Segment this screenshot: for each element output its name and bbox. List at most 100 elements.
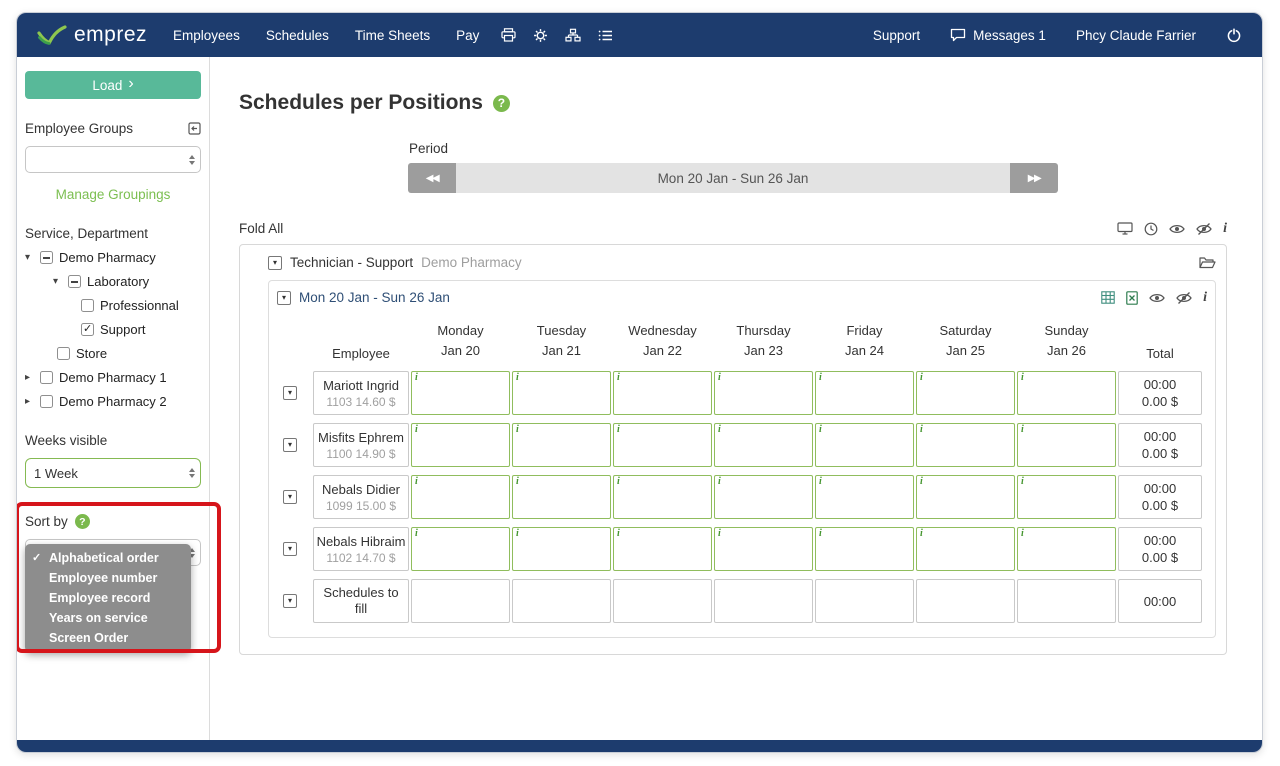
cell-info-icon[interactable] [819, 424, 822, 435]
collapse-panel-icon[interactable] [188, 122, 201, 135]
schedule-cell[interactable] [916, 579, 1015, 624]
cell-info-icon[interactable] [516, 424, 519, 435]
cell-info-icon[interactable] [819, 476, 822, 487]
cell-info-icon[interactable] [920, 476, 923, 487]
fold-toggle-icon[interactable] [283, 438, 297, 453]
info-icon[interactable] [1223, 222, 1227, 236]
caret-right-icon[interactable] [25, 373, 34, 383]
cell-info-icon[interactable] [819, 372, 822, 383]
settings-gear-icon[interactable] [533, 28, 548, 43]
eye-icon[interactable] [1149, 292, 1165, 304]
cell-info-icon[interactable] [516, 476, 519, 487]
schedule-cell[interactable] [411, 579, 510, 624]
checkbox-unchecked[interactable] [40, 395, 53, 408]
caret-down-icon[interactable] [25, 253, 34, 263]
schedule-cell[interactable] [916, 371, 1015, 416]
tree-item-demo-pharmacy-1[interactable]: Demo Pharmacy 1 [25, 370, 201, 385]
display-icon[interactable] [1117, 222, 1133, 235]
cell-info-icon[interactable] [718, 476, 721, 487]
schedule-cell[interactable] [613, 579, 712, 624]
schedule-cell[interactable] [613, 371, 712, 416]
sort-option-employee-record[interactable]: Employee record [25, 588, 191, 608]
schedule-cell[interactable] [512, 527, 611, 572]
cell-info-icon[interactable] [415, 372, 418, 383]
cell-info-icon[interactable] [617, 372, 620, 383]
tree-item-demo-pharmacy[interactable]: Demo Pharmacy [25, 250, 201, 265]
tree-item-support[interactable]: Support [25, 322, 201, 337]
schedule-cell[interactable] [411, 423, 510, 468]
cell-info-icon[interactable] [718, 424, 721, 435]
help-icon[interactable] [492, 94, 510, 112]
cell-info-icon[interactable] [617, 476, 620, 487]
cell-info-icon[interactable] [415, 424, 418, 435]
schedule-cell[interactable] [714, 579, 813, 624]
schedule-cell[interactable] [916, 423, 1015, 468]
schedule-cell[interactable] [815, 475, 914, 520]
clock-icon[interactable] [1144, 222, 1158, 236]
schedule-cell[interactable] [1017, 423, 1116, 468]
nav-support[interactable]: Support [873, 28, 920, 43]
schedule-cell[interactable] [613, 527, 712, 572]
checkbox-unchecked[interactable] [57, 347, 70, 360]
schedule-cell[interactable] [1017, 527, 1116, 572]
eye-icon[interactable] [1169, 223, 1185, 235]
checkbox-unchecked[interactable] [40, 371, 53, 384]
sort-option-alphabetical[interactable]: Alphabetical order [25, 548, 191, 568]
brand-logo[interactable]: emprez [37, 23, 147, 47]
fold-toggle-icon[interactable] [283, 542, 297, 557]
cell-info-icon[interactable] [516, 372, 519, 383]
nav-messages[interactable]: Messages 1 [950, 28, 1046, 43]
fold-toggle-icon[interactable] [268, 255, 282, 270]
period-next-button[interactable] [1010, 163, 1058, 193]
schedule-cell[interactable] [815, 579, 914, 624]
cell-info-icon[interactable] [1021, 528, 1024, 539]
cell-info-icon[interactable] [819, 528, 822, 539]
nav-time-sheets[interactable]: Time Sheets [355, 28, 430, 43]
schedule-cell[interactable] [714, 371, 813, 416]
schedule-cell[interactable] [1017, 475, 1116, 520]
tree-item-store[interactable]: Store [25, 346, 201, 361]
cell-info-icon[interactable] [718, 528, 721, 539]
cell-info-icon[interactable] [920, 372, 923, 383]
cell-info-icon[interactable] [415, 528, 418, 539]
schedule-cell[interactable] [411, 527, 510, 572]
schedule-cell[interactable] [916, 475, 1015, 520]
schedule-cell[interactable] [613, 475, 712, 520]
caret-right-icon[interactable] [25, 397, 34, 407]
sort-option-employee-number[interactable]: Employee number [25, 568, 191, 588]
print-icon[interactable] [501, 28, 517, 42]
schedule-cell[interactable] [512, 371, 611, 416]
schedule-cell[interactable] [916, 527, 1015, 572]
sort-option-years-on-service[interactable]: Years on service [25, 608, 191, 628]
cell-info-icon[interactable] [1021, 372, 1024, 383]
employee-group-select[interactable] [25, 146, 201, 173]
cell-info-icon[interactable] [516, 528, 519, 539]
schedule-cell[interactable] [512, 423, 611, 468]
schedule-cell[interactable] [512, 579, 611, 624]
fold-all-link[interactable]: Fold All [239, 221, 283, 236]
folder-icon[interactable] [1199, 256, 1216, 269]
schedule-cell[interactable] [512, 475, 611, 520]
help-icon[interactable] [74, 514, 90, 529]
nav-pay[interactable]: Pay [456, 28, 479, 43]
cell-info-icon[interactable] [617, 424, 620, 435]
eye-slash-icon[interactable] [1176, 291, 1192, 304]
sort-option-screen-order[interactable]: Screen Order [25, 628, 191, 648]
period-prev-button[interactable] [408, 163, 456, 193]
list-view-icon[interactable] [598, 29, 613, 42]
schedule-cell[interactable] [411, 475, 510, 520]
caret-down-icon[interactable] [53, 277, 62, 287]
nav-schedules[interactable]: Schedules [266, 28, 329, 43]
schedule-cell[interactable] [714, 527, 813, 572]
schedule-cell[interactable] [815, 371, 914, 416]
manage-groupings-link[interactable]: Manage Groupings [25, 187, 201, 202]
schedule-cell[interactable] [815, 423, 914, 468]
eye-slash-icon[interactable] [1196, 222, 1212, 235]
cell-info-icon[interactable] [617, 528, 620, 539]
checkbox-checked[interactable] [81, 323, 94, 336]
weeks-visible-select[interactable]: 1 Week [25, 458, 201, 488]
schedule-cell[interactable] [613, 423, 712, 468]
table-grid-icon[interactable] [1101, 291, 1115, 304]
cell-info-icon[interactable] [415, 476, 418, 487]
fold-toggle-icon[interactable] [283, 594, 297, 609]
